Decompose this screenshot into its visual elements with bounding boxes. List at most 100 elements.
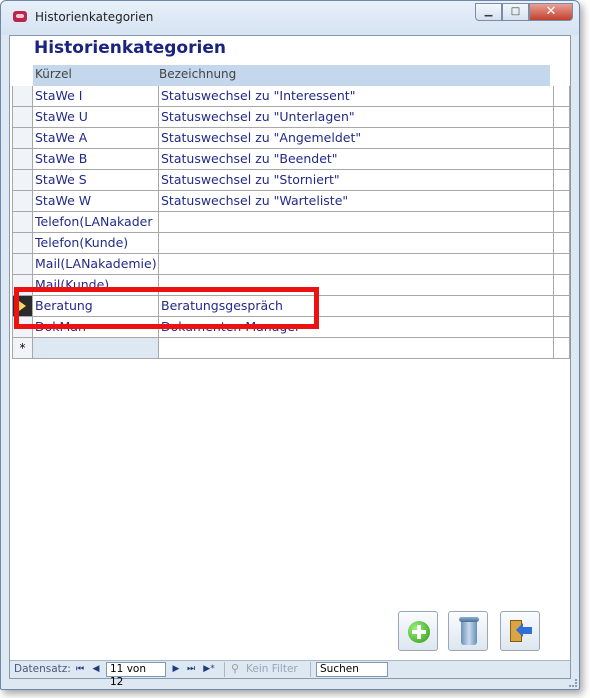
cell-bezeichnung[interactable]: Beratungsgespräch bbox=[159, 296, 554, 317]
column-header-bezeichnung[interactable]: Bezeichnung bbox=[157, 65, 550, 86]
record-selector[interactable] bbox=[12, 107, 33, 128]
record-selector[interactable] bbox=[12, 128, 33, 149]
title-bar[interactable]: Historienkategorien ▁ □ ✕ bbox=[1, 1, 579, 35]
cell-bezeichnung[interactable] bbox=[159, 254, 554, 275]
cell-kuerzel[interactable]: StaWe W bbox=[33, 191, 159, 212]
add-icon bbox=[408, 621, 430, 643]
table-row[interactable]: StaWe U Statuswechsel zu "Unterlagen" bbox=[12, 107, 570, 128]
cell-bezeichnung[interactable] bbox=[159, 233, 554, 254]
record-selector[interactable] bbox=[12, 86, 33, 107]
first-record-icon[interactable]: ⏮ bbox=[74, 662, 86, 676]
prev-record-icon[interactable]: ◀ bbox=[90, 662, 102, 676]
resize-grip[interactable] bbox=[569, 679, 577, 687]
record-selector[interactable] bbox=[12, 170, 33, 191]
window-controls: ▁ □ ✕ bbox=[475, 3, 573, 21]
table-row[interactable]: StaWe A Statuswechsel zu "Angemeldet" bbox=[12, 128, 570, 149]
cell-bezeichnung[interactable]: Statuswechsel zu "Angemeldet" bbox=[159, 128, 554, 149]
close-button[interactable]: ✕ bbox=[529, 3, 573, 21]
cell-extra[interactable] bbox=[554, 275, 570, 296]
record-selector[interactable] bbox=[12, 275, 33, 296]
cell-extra[interactable] bbox=[554, 338, 570, 359]
form-title: Historienkategorien bbox=[34, 38, 226, 58]
cell-extra[interactable] bbox=[554, 317, 570, 338]
window-title: Historienkategorien bbox=[35, 10, 154, 24]
cell-kuerzel[interactable]: DokMan bbox=[33, 317, 159, 338]
record-selector[interactable] bbox=[12, 254, 33, 275]
table-row[interactable]: Mail(LANakademie) bbox=[12, 254, 570, 275]
no-filter-icon: ⚲ bbox=[231, 662, 240, 675]
table-row[interactable]: StaWe W Statuswechsel zu "Warteliste" bbox=[12, 191, 570, 212]
cell-extra[interactable] bbox=[554, 170, 570, 191]
trash-icon bbox=[459, 617, 479, 645]
cell-extra[interactable] bbox=[554, 149, 570, 170]
table-row-current[interactable]: Beratung Beratungsgespräch bbox=[12, 296, 570, 317]
cell-extra[interactable] bbox=[554, 212, 570, 233]
cell-bezeichnung[interactable]: Statuswechsel zu "Interessent" bbox=[159, 86, 554, 107]
cell-bezeichnung[interactable]: Statuswechsel zu "Storniert" bbox=[159, 170, 554, 191]
table-row[interactable]: StaWe S Statuswechsel zu "Storniert" bbox=[12, 170, 570, 191]
cell-kuerzel-new[interactable] bbox=[33, 338, 159, 359]
cell-kuerzel[interactable]: StaWe S bbox=[33, 170, 159, 191]
record-nav-label: Datensatz: bbox=[14, 663, 71, 675]
record-position-field[interactable]: 11 von 12 bbox=[106, 662, 166, 688]
cell-kuerzel[interactable]: StaWe I bbox=[33, 86, 159, 107]
last-record-icon[interactable]: ⏭ bbox=[185, 662, 197, 676]
new-record-row[interactable]: * bbox=[12, 338, 570, 359]
table-row[interactable]: Mail(Kunde) bbox=[12, 275, 570, 296]
access-form-icon bbox=[13, 11, 27, 22]
exit-button[interactable] bbox=[500, 611, 540, 651]
cell-kuerzel[interactable]: Mail(Kunde) bbox=[33, 275, 159, 296]
cell-bezeichnung[interactable] bbox=[159, 275, 554, 296]
table-row[interactable]: StaWe I Statuswechsel zu "Interessent" bbox=[12, 86, 570, 107]
table-row[interactable]: Telefon(Kunde) bbox=[12, 233, 570, 254]
cell-bezeichnung-new[interactable] bbox=[159, 338, 554, 359]
minimize-button[interactable]: ▁ bbox=[475, 3, 502, 21]
cell-kuerzel[interactable]: Telefon(Kunde) bbox=[33, 233, 159, 254]
cell-extra[interactable] bbox=[554, 191, 570, 212]
grid-header-selector bbox=[12, 65, 33, 86]
nav-separator bbox=[224, 662, 225, 677]
app-window: Historienkategorien ▁ □ ✕ Historienkateg… bbox=[0, 0, 580, 690]
record-navigation-bar: Datensatz: ⏮ ◀ 11 von 12 ▶ ⏭ ▶* ⚲ Kein F… bbox=[10, 660, 570, 688]
form-header: Historienkategorien bbox=[10, 36, 570, 64]
record-selector[interactable] bbox=[12, 317, 33, 338]
table-row[interactable]: Telefon(LANakader bbox=[12, 212, 570, 233]
current-record-arrow-icon[interactable] bbox=[12, 296, 33, 317]
form-client-area: Historienkategorien Kürzel Bezeichnung S… bbox=[9, 35, 571, 688]
record-selector[interactable] bbox=[12, 191, 33, 212]
nav-separator bbox=[310, 662, 311, 677]
cell-extra[interactable] bbox=[554, 128, 570, 149]
cell-extra[interactable] bbox=[554, 86, 570, 107]
maximize-button[interactable]: □ bbox=[502, 3, 529, 21]
exit-door-icon bbox=[510, 620, 534, 644]
cell-bezeichnung[interactable] bbox=[159, 212, 554, 233]
new-record-marker[interactable]: * bbox=[12, 338, 33, 359]
filter-status[interactable]: Kein Filter bbox=[246, 663, 298, 675]
search-input[interactable]: Suchen bbox=[316, 662, 388, 677]
record-selector[interactable] bbox=[12, 212, 33, 233]
next-record-icon[interactable]: ▶ bbox=[170, 662, 182, 676]
table-row[interactable]: StaWe B Statuswechsel zu "Beendet" bbox=[12, 149, 570, 170]
cell-bezeichnung[interactable]: Statuswechsel zu "Warteliste" bbox=[159, 191, 554, 212]
cell-bezeichnung[interactable]: Statuswechsel zu "Beendet" bbox=[159, 149, 554, 170]
delete-record-button[interactable] bbox=[448, 611, 488, 651]
cell-kuerzel[interactable]: Mail(LANakademie) bbox=[33, 254, 159, 275]
record-selector[interactable] bbox=[12, 233, 33, 254]
cell-bezeichnung[interactable]: Statuswechsel zu "Unterlagen" bbox=[159, 107, 554, 128]
cell-extra[interactable] bbox=[554, 233, 570, 254]
cell-kuerzel[interactable]: Beratung bbox=[33, 296, 159, 317]
cell-extra[interactable] bbox=[554, 107, 570, 128]
cell-extra[interactable] bbox=[554, 254, 570, 275]
new-record-icon[interactable]: ▶* bbox=[201, 662, 217, 676]
cell-bezeichnung[interactable]: Dokumenten Manager bbox=[159, 317, 554, 338]
add-record-button[interactable] bbox=[398, 611, 438, 651]
cell-extra[interactable] bbox=[554, 296, 570, 317]
grid-header: Kürzel Bezeichnung bbox=[10, 65, 570, 86]
column-header-kuerzel[interactable]: Kürzel bbox=[33, 65, 157, 86]
cell-kuerzel[interactable]: StaWe B bbox=[33, 149, 159, 170]
cell-kuerzel[interactable]: StaWe A bbox=[33, 128, 159, 149]
cell-kuerzel[interactable]: StaWe U bbox=[33, 107, 159, 128]
table-row[interactable]: DokMan Dokumenten Manager bbox=[12, 317, 570, 338]
cell-kuerzel[interactable]: Telefon(LANakader bbox=[33, 212, 159, 233]
record-selector[interactable] bbox=[12, 149, 33, 170]
